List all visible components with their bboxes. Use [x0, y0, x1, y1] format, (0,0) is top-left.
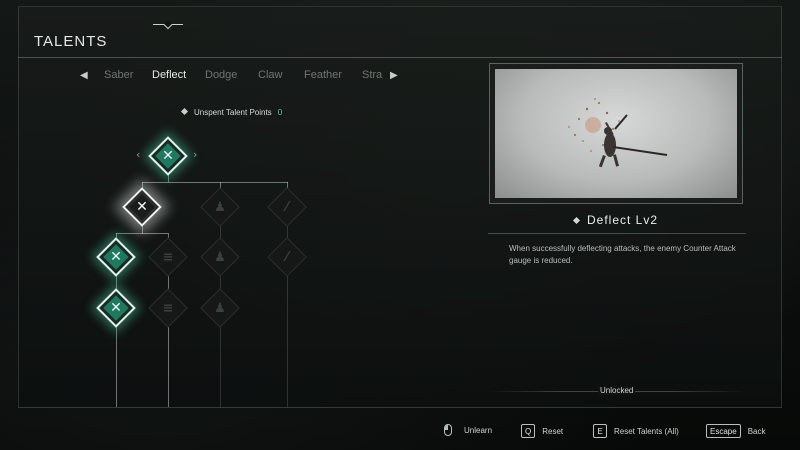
tab-deflect[interactable]: Deflect	[152, 69, 186, 81]
reset-button[interactable]: Q Reset	[521, 424, 563, 438]
skill-preview-image	[495, 69, 737, 198]
skill-status: Unlocked	[598, 386, 636, 395]
crossed-blades-icon: ✕	[110, 249, 122, 265]
figure-icon: ♟	[214, 300, 226, 316]
feather-slash-icon: ≡	[162, 300, 174, 316]
divider	[488, 233, 746, 234]
talent-tabs: ◀ Saber Deflect Dodge Claw Feather Stra …	[78, 66, 398, 90]
chevron-right-icon: ›	[193, 148, 198, 161]
back-label: Back	[747, 426, 766, 436]
tab-dodge[interactable]: Dodge	[205, 69, 237, 81]
unlearn-button[interactable]: Unlearn	[444, 424, 492, 436]
reset-all-label: Reset Talents (All)	[614, 426, 679, 436]
tab-stra[interactable]: Stra	[362, 69, 382, 81]
unspent-points-label: Unspent Talent Points	[194, 108, 272, 117]
page-title: TALENTS	[34, 33, 108, 50]
unspent-points: Unspent Talent Points 0	[180, 107, 283, 117]
key-q: Q	[521, 424, 536, 438]
unlearn-label: Unlearn	[464, 425, 493, 435]
title-bar	[18, 6, 782, 58]
reset-label: Reset	[542, 426, 564, 436]
key-escape: Escape	[706, 424, 741, 438]
crossed-blades-icon: ✕	[162, 148, 174, 164]
tab-active-indicator	[153, 21, 183, 25]
tab-saber[interactable]: Saber	[104, 69, 133, 81]
skill-title: Deflect Lv2	[572, 213, 659, 227]
skill-preview-video	[489, 63, 743, 204]
crossed-blades-icon: ✕	[136, 199, 148, 215]
tab-feather[interactable]: Feather	[304, 69, 342, 81]
key-e: E	[593, 424, 607, 438]
skill-description: When successfully deflecting attacks, th…	[509, 244, 736, 265]
reset-all-button[interactable]: E Reset Talents (All)	[593, 424, 679, 438]
diamond-icon	[180, 107, 189, 116]
figure-icon: ♟	[214, 199, 226, 215]
tab-next-arrow-icon[interactable]: ▶	[390, 70, 398, 81]
feather-slash-icon: ≡	[162, 249, 174, 265]
tree-line	[116, 323, 117, 407]
tab-prev-arrow-icon[interactable]: ◀	[80, 70, 88, 81]
tree-line	[116, 233, 168, 234]
diamond-icon	[572, 216, 581, 225]
mouse-icon	[444, 424, 452, 436]
tab-claw[interactable]: Claw	[258, 69, 282, 81]
back-button[interactable]: Escape Back	[706, 424, 765, 438]
skill-name-label: Deflect Lv2	[587, 213, 659, 227]
feather-slash-icon: ⁄	[285, 249, 289, 265]
crossed-blades-icon: ✕	[110, 300, 122, 316]
unspent-points-value: 0	[277, 108, 283, 117]
tree-line	[142, 182, 288, 183]
feather-slash-icon: ⁄	[285, 199, 289, 215]
figure-icon: ♟	[214, 249, 226, 265]
chevron-left-icon: ‹	[136, 148, 141, 161]
preview-scene	[568, 98, 668, 168]
